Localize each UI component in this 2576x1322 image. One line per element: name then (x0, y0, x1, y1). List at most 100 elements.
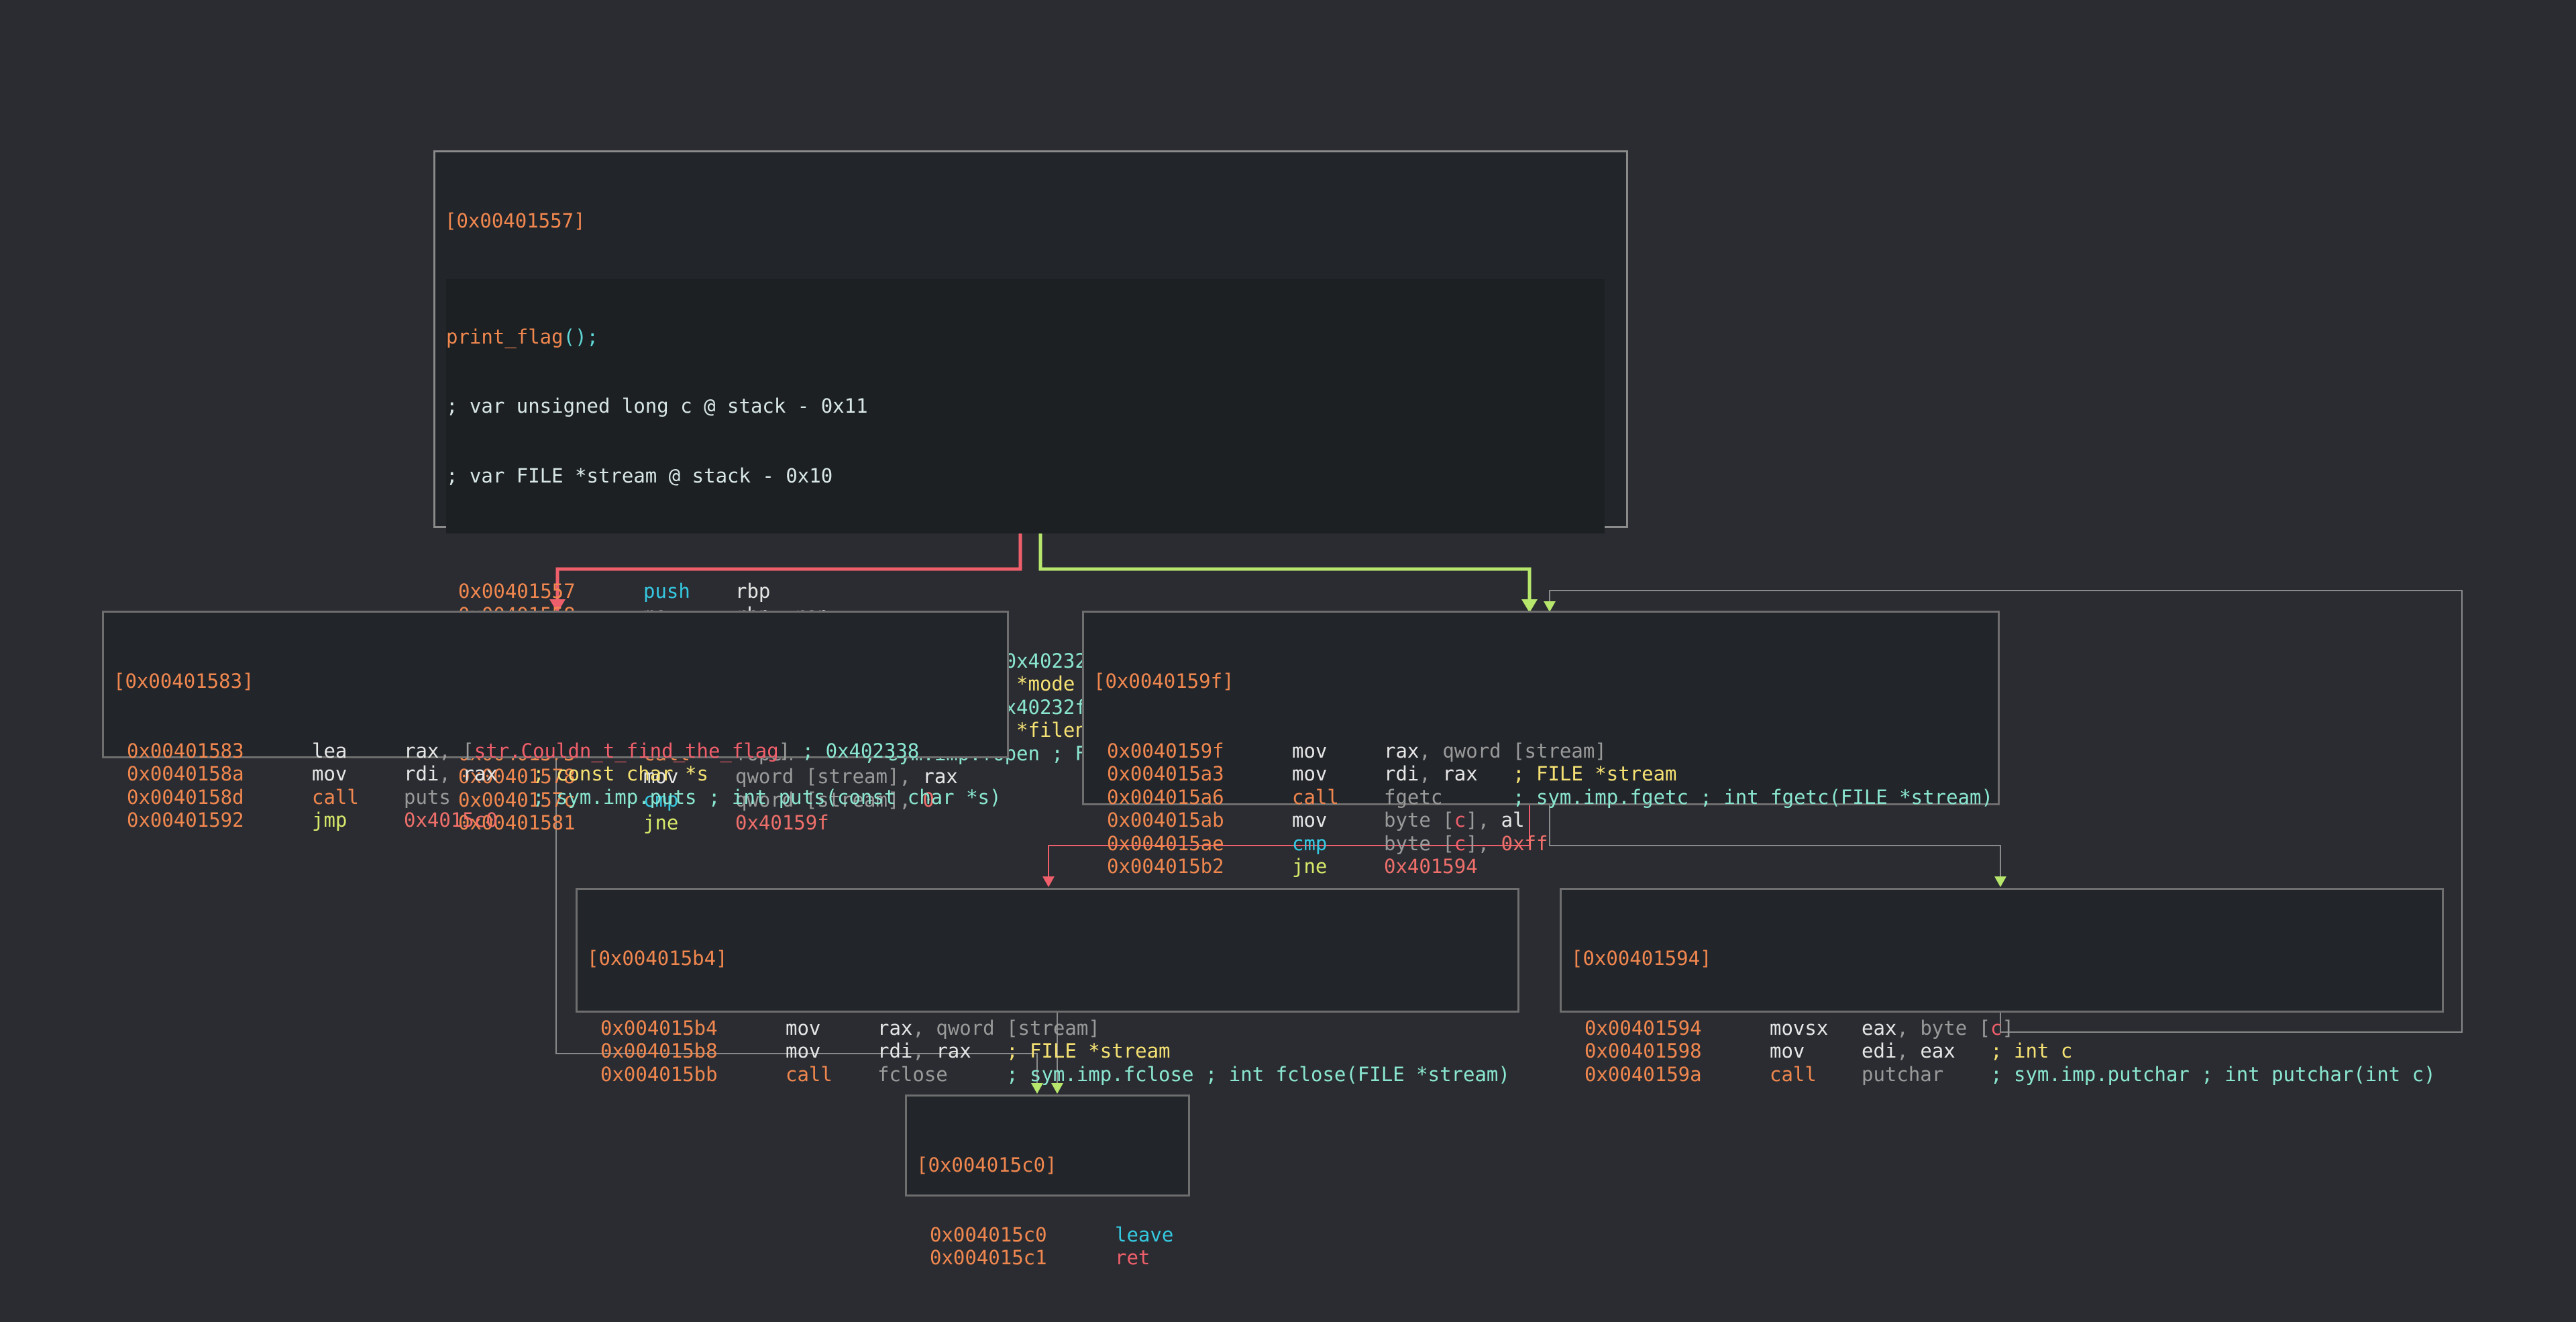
instruction-list: 0x004015c0 leave 0x004015c1 ret (916, 1223, 1179, 1270)
operand-token: byte [ (1384, 831, 1454, 855)
instruction-operands: eax, byte [c] (1862, 1017, 2014, 1040)
instruction-address: 0x00401557 (458, 580, 576, 603)
instruction-address: 0x00401583 (127, 739, 244, 762)
operand-token: ; sym.imp.fgetc ; int fgetc(FILE *stream… (1513, 785, 1993, 809)
instruction-mnemonic: push (643, 580, 690, 603)
function-info: print_flag(); ; var unsigned long c @ st… (446, 278, 1605, 533)
block-0x004015b4[interactable]: [0x004015b4] 0x004015b4 mov rax, qword [st… (576, 888, 1519, 1086)
instruction-row[interactable]: 0x004015ae cmp byte [c], 0xff (1093, 832, 1988, 856)
block-0x004015c0[interactable]: [0x004015c0] 0x004015c0 leave 0x004015c1 re… (905, 1095, 1190, 1269)
instruction-address: 0x004015ab (1107, 809, 1224, 831)
operand-token: rdi (404, 762, 439, 785)
operand-token: ; 0x402338 (802, 739, 920, 762)
instruction-row[interactable]: 0x004015c0 leave (916, 1223, 1179, 1247)
instruction-row[interactable]: 0x0040159f mov rax, qword [stream] (1093, 740, 1988, 763)
block-address-header: [0x004015c0] (916, 1154, 1057, 1176)
instruction-row[interactable]: 0x004015b4 mov rax, qword [stream] (587, 1017, 1508, 1040)
operand-token: eax (1920, 1039, 1991, 1062)
instruction-address: 0x004015c1 (930, 1246, 1047, 1269)
instruction-row[interactable]: 0x00401594 movsx eax, byte [c] (1571, 1017, 2432, 1040)
instruction-row[interactable]: 0x0040159a call putchar ; sym.imp.putchar … (1571, 1062, 2436, 1086)
instruction-mnemonic: ret (1115, 1246, 1150, 1269)
operand-token: byte [ (1920, 1016, 1991, 1039)
instruction-row[interactable]: 0x004015bb call fclose ; sym.imp.fclose ; … (587, 1062, 1510, 1086)
block-0x0040159f[interactable]: [0x0040159f] 0x0040159f mov rax, qword [st… (1082, 611, 2000, 878)
block-0x00401583[interactable]: [0x00401583] 0x00401583 lea rax, [str.Coul… (102, 611, 1009, 831)
operand-token: 0xff (1501, 831, 1548, 855)
instruction-address: 0x004015b2 (1107, 855, 1224, 878)
instruction-operands: rdi, rax ; const char *s (404, 762, 708, 786)
operand-token: , (1896, 1039, 1921, 1062)
operand-token: ] (1466, 831, 1478, 855)
instruction-mnemonic: call (312, 785, 359, 809)
block-address-header: [0x0040159f] (1093, 670, 1234, 693)
instruction-address: 0x004015bb (600, 1062, 718, 1086)
operand-token: , (1477, 831, 1501, 855)
operand-token: rax (936, 1039, 1007, 1062)
operand-token: fclose (877, 1062, 1007, 1086)
operand-token: rax (462, 762, 533, 785)
instruction-address: 0x004015a3 (1107, 762, 1224, 785)
instruction-operands: 0x401594 (1384, 855, 1478, 878)
instruction-address: 0x0040158d (127, 785, 244, 809)
instruction-row[interactable]: 0x00401557 push rbp (445, 580, 1617, 603)
instruction-mnemonic: call (1770, 1062, 1817, 1086)
instruction-row[interactable]: 0x0040158d call puts ; sym.imp.puts ; int … (113, 785, 1001, 809)
instruction-list: 0x00401594 movsx eax, byte [c] 0x00401598 mo… (1571, 1017, 2436, 1086)
instruction-address: 0x004015ae (1107, 831, 1224, 855)
var-declaration: ; var unsigned long c @ stack - 0x11 (446, 395, 868, 417)
operand-token: eax (1862, 1016, 1897, 1039)
operand-token: rax (1384, 739, 1419, 762)
operand-token: rax (404, 739, 439, 762)
instruction-row[interactable]: 0x004015a3 mov rdi, rax ; FILE *stream (1093, 762, 1988, 786)
operand-token: puts (404, 785, 533, 809)
function-name: print_flag (446, 325, 564, 348)
operand-token: qword [stream] (1442, 739, 1607, 762)
instruction-list: 0x00401583 lea rax, [str.Couldn_t_find_the… (113, 740, 1001, 832)
block-0x00401594[interactable]: [0x00401594] 0x00401594 movsx eax, byte [c… (1560, 888, 2444, 1086)
instruction-operands: rdi, rax ; FILE *stream (1384, 762, 1677, 786)
instruction-address: 0x004015b8 (600, 1039, 718, 1062)
instruction-mnemonic: mov (1292, 809, 1328, 831)
instruction-row[interactable]: 0x00401598 mov edi, eax ; int c (1571, 1039, 2432, 1063)
instruction-address: 0x00401594 (1585, 1016, 1702, 1039)
instruction-mnemonic: movsx (1770, 1016, 1829, 1039)
operand-token: , (1477, 809, 1501, 831)
operand-token: , (912, 1039, 936, 1062)
instruction-mnemonic: jmp (312, 809, 347, 831)
instruction-row[interactable]: 0x00401583 lea rax, [str.Couldn_t_find_the… (113, 740, 998, 763)
operand-token: ] (2002, 1016, 2015, 1039)
instruction-row[interactable]: 0x004015b8 mov rdi, rax ; FILE *stream (587, 1039, 1508, 1063)
instruction-address: 0x0040159a (1585, 1062, 1702, 1086)
instruction-mnemonic: mov (312, 762, 347, 785)
operand-token: str.Couldn_t_find_the_flag (474, 739, 779, 762)
operand-token: putchar (1862, 1062, 1991, 1086)
instruction-address: 0x004015b4 (600, 1016, 718, 1039)
instruction-row[interactable]: 0x004015c1 ret (916, 1246, 1179, 1270)
instruction-row[interactable]: 0x0040158a mov rdi, rax ; const char *s (113, 762, 998, 786)
instruction-row[interactable]: 0x004015ab mov byte [c], al (1093, 809, 1988, 832)
operand-token: , [ (439, 739, 474, 762)
instruction-operands: puts ; sym.imp.puts ; int puts(const cha… (404, 786, 1001, 809)
operand-token: fgetc (1384, 785, 1513, 809)
var-declaration: ; var FILE *stream @ stack - 0x10 (446, 464, 833, 487)
operand-token: rbp (735, 580, 771, 603)
operand-token: c (1990, 1016, 2002, 1039)
operand-token: rax (1442, 762, 1513, 785)
instruction-operands: 0x4015c0 (404, 809, 498, 832)
instruction-mnemonic: mov (786, 1039, 821, 1062)
operand-token: qword [stream] (936, 1016, 1100, 1039)
operand-token: , (912, 1016, 936, 1039)
instruction-row[interactable]: 0x004015b2 jne 0x401594 (1093, 855, 1988, 878)
block-0x00401557[interactable]: [0x00401557] print_flag(); ; var unsigne… (433, 150, 1628, 834)
operand-token: byte [ (1384, 809, 1454, 831)
operand-token: ; sym.imp.putchar ; int putchar(int c) (1990, 1062, 2436, 1086)
instruction-mnemonic: lea (312, 739, 347, 762)
operand-token: ; const char *s (533, 762, 708, 785)
instruction-row[interactable]: 0x004015a6 call fgetc ; sym.imp.fgetc ; in… (1093, 785, 1993, 809)
instruction-mnemonic: leave (1115, 1223, 1174, 1246)
operand-token: c (1454, 831, 1466, 855)
instruction-row[interactable]: 0x00401592 jmp 0x4015c0 (113, 809, 998, 832)
instruction-mnemonic: cmp (1292, 831, 1328, 855)
operand-token: ; FILE *stream (1513, 762, 1677, 785)
